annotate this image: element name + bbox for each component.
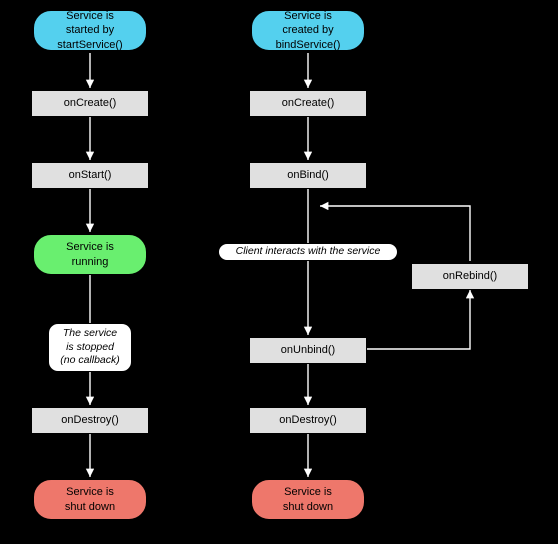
left-annotation: The service is stopped (no callback) xyxy=(48,323,132,372)
right-on-create: onCreate() xyxy=(249,90,367,117)
left-on-create: onCreate() xyxy=(31,90,149,117)
text: Service is xyxy=(66,486,114,498)
text: Service is xyxy=(284,486,332,498)
text: Service is xyxy=(284,10,332,22)
text: Service is xyxy=(66,10,114,22)
text: Service is xyxy=(66,241,114,253)
label: onRebind() xyxy=(443,269,497,283)
right-on-rebind: onRebind() xyxy=(411,263,529,290)
text: The service xyxy=(63,327,117,339)
start-bound-service: Service is created by bindService() xyxy=(251,10,365,51)
right-on-unbind: onUnbind() xyxy=(249,337,367,364)
text: bindService() xyxy=(276,39,341,51)
start-started-service: Service is started by startService() xyxy=(33,10,147,51)
label: onUnbind() xyxy=(281,343,335,357)
right-on-bind: onBind() xyxy=(249,162,367,189)
left-on-destroy: onDestroy() xyxy=(31,407,149,434)
label: onBind() xyxy=(287,168,329,182)
service-running: Service is running xyxy=(33,234,147,275)
left-shutdown: Service is shut down xyxy=(33,479,147,520)
label: onCreate() xyxy=(282,96,335,110)
right-shutdown: Service is shut down xyxy=(251,479,365,520)
text: (no callback) xyxy=(60,354,120,366)
label: onDestroy() xyxy=(61,413,118,427)
text: created by xyxy=(282,24,333,36)
label: onCreate() xyxy=(64,96,117,110)
label: onDestroy() xyxy=(279,413,336,427)
text: Client interacts with the service xyxy=(236,245,381,259)
text: shut down xyxy=(283,501,333,513)
right-on-destroy: onDestroy() xyxy=(249,407,367,434)
left-on-start: onStart() xyxy=(31,162,149,189)
right-annotation: Client interacts with the service xyxy=(218,243,398,261)
text: startService() xyxy=(57,39,122,51)
text: started by xyxy=(66,24,114,36)
text: is stopped xyxy=(66,341,114,353)
text: shut down xyxy=(65,501,115,513)
text: running xyxy=(72,256,109,268)
label: onStart() xyxy=(69,168,112,182)
